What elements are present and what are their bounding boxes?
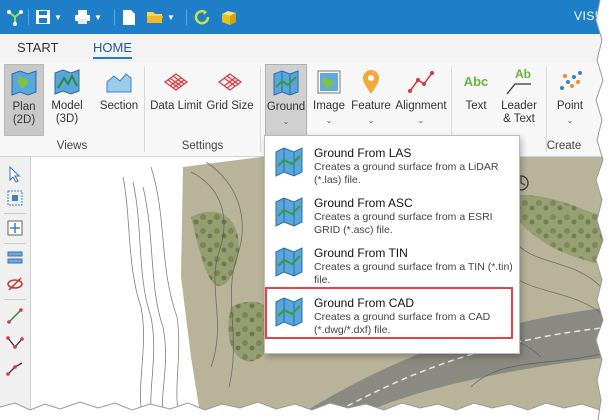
menu-item-description: Creates a ground surface from a ESRI GRI…	[314, 211, 493, 236]
ground-button[interactable]: Ground ⌄	[265, 64, 307, 136]
zoom-extents-icon[interactable]	[6, 219, 24, 237]
chevron-down-icon: ⌄	[282, 117, 290, 126]
create-group-label: Create	[546, 140, 582, 152]
point-cloud-icon	[560, 71, 582, 90]
cube-icon	[222, 10, 236, 25]
tab-start[interactable]: START	[17, 40, 58, 55]
polyline-tool-icon[interactable]	[6, 333, 24, 351]
folder-icon	[147, 11, 163, 23]
app-menu-icon[interactable]	[6, 0, 24, 34]
alignment-button[interactable]: Alignment ⌄	[395, 64, 447, 134]
section-button[interactable]: Section	[98, 64, 140, 134]
map-pin-icon	[363, 70, 379, 94]
image-label: Image	[313, 100, 345, 112]
views-group-label: Views	[56, 140, 88, 152]
point-button[interactable]: Point ⌄	[552, 64, 588, 134]
image-icon	[317, 70, 341, 94]
open-file-button[interactable]: ▼	[146, 0, 175, 34]
new-file-button[interactable]	[122, 0, 136, 34]
leader-label-2: & Text	[503, 113, 535, 125]
menu-item-title: Ground From TIN	[314, 246, 408, 260]
tab-home[interactable]: HOME	[93, 40, 132, 59]
settings-group-label: Settings	[181, 140, 224, 152]
ground-map-icon	[275, 197, 303, 227]
torn-edge-right	[595, 0, 610, 420]
save-icon	[36, 10, 50, 24]
section-icon	[106, 73, 132, 93]
feature-label: Feature	[351, 100, 391, 112]
print-button[interactable]: ▼	[74, 0, 102, 34]
menu-item-ground-from-tin[interactable]: Ground From TIN Creates a ground surface…	[265, 238, 519, 290]
leader-label-1: Leader	[501, 100, 537, 112]
new-document-icon	[123, 9, 135, 25]
data-limit-button[interactable]: Data Limit	[150, 64, 202, 134]
text-label: Text	[465, 100, 487, 112]
refresh-button[interactable]	[194, 0, 211, 34]
menu-item-title: Ground From LAS	[314, 146, 412, 160]
data-limit-icon	[163, 73, 189, 91]
plan-label-2: (2D)	[12, 114, 36, 126]
data-limit-label: Data Limit	[150, 100, 202, 112]
chevron-down-icon: ⌄	[417, 116, 425, 125]
menu-item-description: Creates a ground surface from a TIN (*.t…	[314, 261, 513, 286]
3d-box-button[interactable]	[220, 0, 238, 34]
left-toolbar	[0, 157, 31, 420]
select-arrow-icon[interactable]	[6, 165, 24, 183]
chevron-down-icon: ⌄	[367, 116, 375, 125]
torn-edge-bottom	[0, 401, 610, 420]
chevron-down-icon: ⌄	[325, 116, 333, 125]
grid-icon	[217, 73, 243, 91]
measure-tool-icon[interactable]	[6, 359, 24, 377]
chevron-down-icon: ⌄	[566, 116, 574, 125]
ground-label: Ground	[266, 101, 306, 113]
menu-item-title: Ground From ASC	[314, 196, 413, 210]
text-icon: Abc	[463, 74, 489, 89]
section-label: Section	[99, 100, 139, 112]
leader-text-button[interactable]: Ab Leader & Text	[498, 64, 540, 134]
menu-item-ground-from-asc[interactable]: Ground From ASC Creates a ground surface…	[265, 188, 519, 240]
ground-map-icon	[275, 247, 303, 277]
leader-icon: Ab	[505, 68, 533, 96]
select-window-icon[interactable]	[6, 189, 24, 207]
ground-map-icon	[273, 70, 299, 96]
ribbon-tabs: START HOME	[0, 34, 610, 62]
model-3d-button[interactable]: Model (3D)	[48, 64, 86, 134]
model-label-1: Model	[51, 100, 83, 112]
text-button[interactable]: Abc Text	[458, 64, 494, 134]
line-tool-icon[interactable]	[6, 307, 24, 325]
layers-icon[interactable]	[6, 249, 24, 267]
plan-2d-button[interactable]: Plan (2D)	[4, 64, 44, 136]
ground-map-icon	[275, 147, 303, 177]
refresh-icon	[194, 9, 210, 24]
alignment-label: Alignment	[395, 100, 447, 112]
title-bar: ▼ ▼ ▼ VISU	[0, 0, 610, 34]
printer-icon	[75, 10, 90, 24]
menu-item-description: Creates a ground surface from a LiDAR (*…	[314, 161, 499, 186]
alignment-icon	[408, 71, 434, 93]
feature-button[interactable]: Feature ⌄	[350, 64, 392, 134]
point-label: Point	[556, 100, 584, 112]
menu-item-ground-from-las[interactable]: Ground From LAS Creates a ground surface…	[265, 138, 519, 190]
highlight-box	[265, 287, 513, 339]
image-button[interactable]: Image ⌄	[311, 64, 347, 134]
model-label-2: (3D)	[55, 113, 79, 125]
plan-label-1: Plan	[12, 101, 36, 113]
grid-size-button[interactable]: Grid Size	[206, 64, 254, 134]
hide-icon[interactable]	[6, 275, 24, 293]
3d-map-icon	[54, 69, 80, 95]
map-icon	[11, 70, 37, 96]
save-button[interactable]: ▼	[35, 0, 62, 34]
grid-size-label: Grid Size	[206, 100, 254, 112]
